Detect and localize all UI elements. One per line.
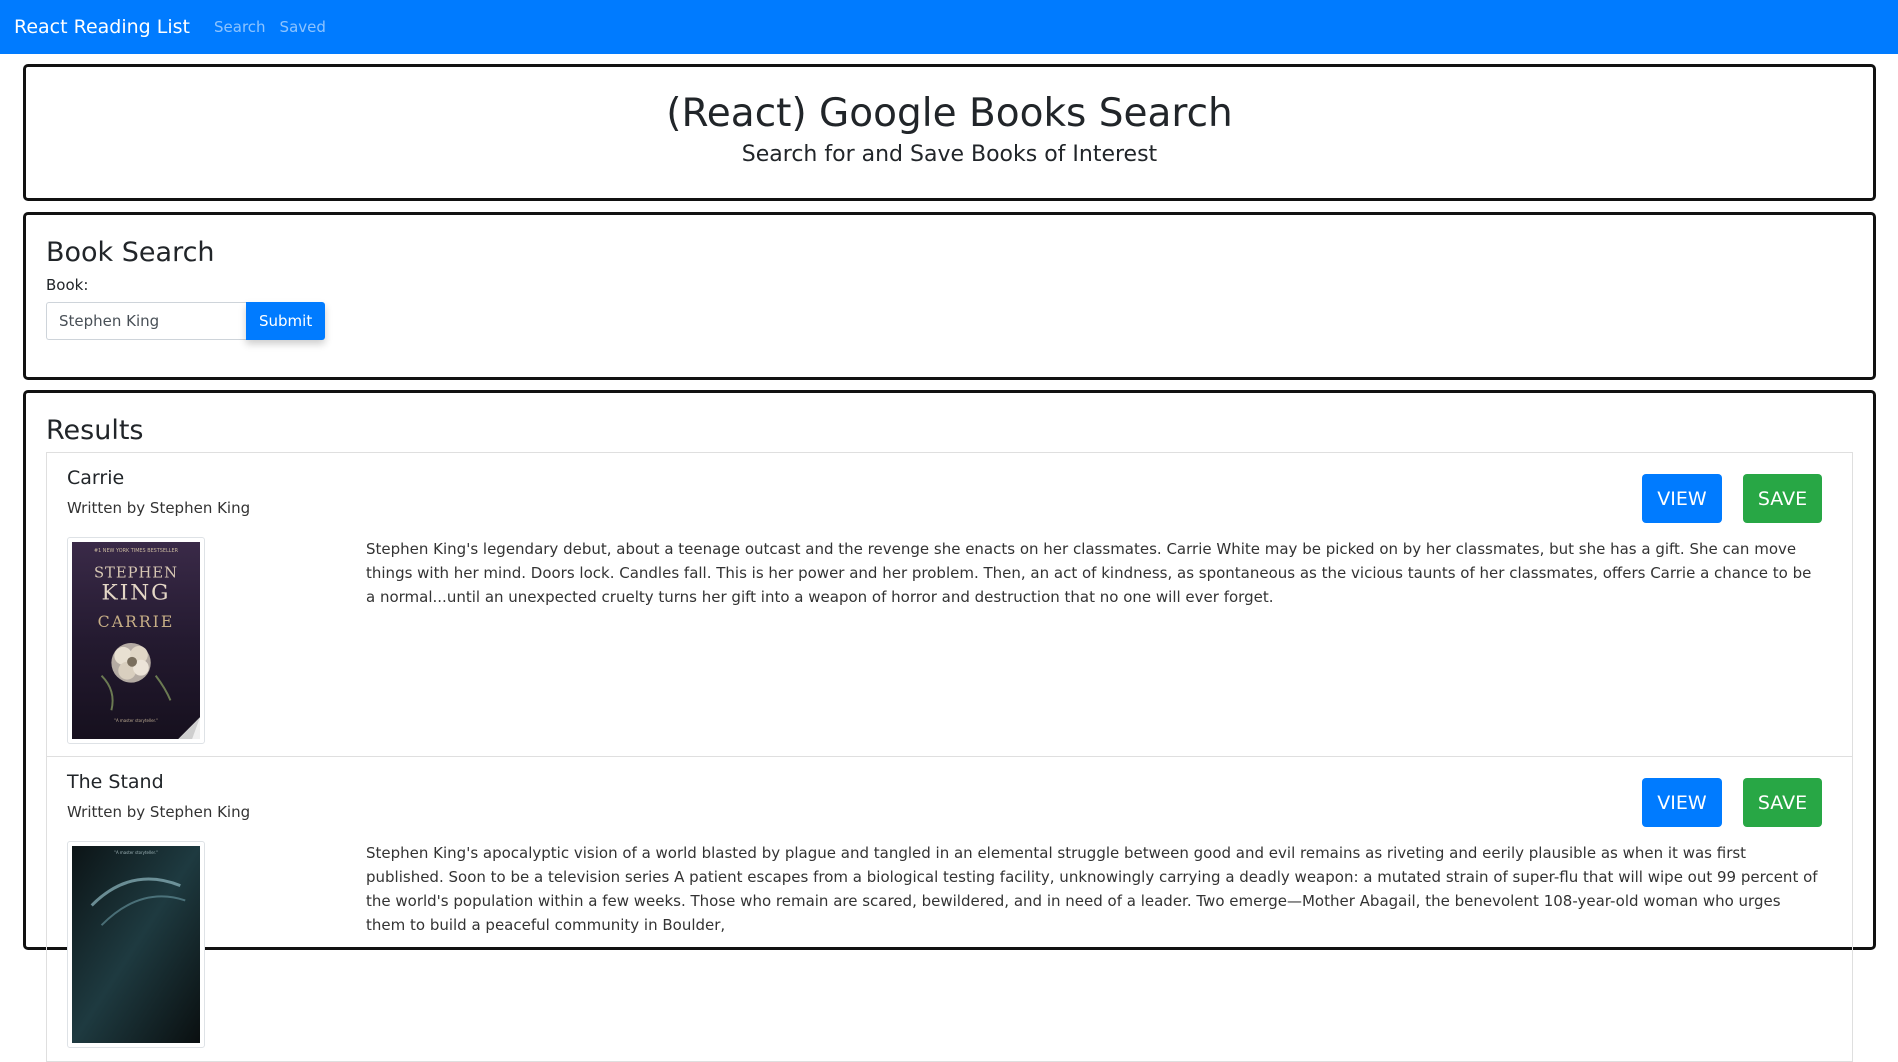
view-button[interactable]: VIEW — [1642, 474, 1722, 523]
result-actions: VIEW SAVE — [1642, 778, 1822, 827]
book-author: Written by Stephen King — [67, 803, 251, 821]
result-item-carrie: Carrie Written by Stephen King VIEW SAVE… — [46, 452, 1853, 757]
page-subtitle: Search for and Save Books of Interest — [741, 141, 1158, 167]
book-search-panel: Book Search Book: Submit — [23, 212, 1876, 380]
results-panel: Results Carrie Written by Stephen King V… — [23, 390, 1876, 1062]
view-button[interactable]: VIEW — [1642, 778, 1722, 827]
book-title: The Stand — [67, 771, 164, 793]
book-description: Stephen King's apocalyptic vision of a w… — [366, 844, 1818, 934]
jumbotron: (React) Google Books Search Search for a… — [23, 64, 1876, 201]
book-cover-image: "A master storyteller." — [67, 841, 205, 1048]
search-input-group: Submit — [46, 302, 1853, 340]
svg-text:"A master storyteller.": "A master storyteller." — [114, 718, 158, 723]
book-cover-image: #1 NEW YORK TIMES BESTSELLER STEPHEN KIN… — [67, 537, 205, 744]
cover-title: CARRIE — [98, 612, 175, 631]
book-author: Written by Stephen King — [67, 499, 251, 517]
svg-text:"A master storyteller.": "A master storyteller." — [114, 850, 158, 855]
search-heading: Book Search — [46, 237, 215, 268]
results-heading: Results — [46, 415, 144, 446]
result-item-the-stand: The Stand Written by Stephen King VIEW S… — [46, 757, 1853, 1062]
nav-link-saved[interactable]: Saved — [280, 18, 326, 36]
navbar-brand[interactable]: React Reading List — [14, 16, 190, 38]
cover-author-line2: KING — [102, 580, 171, 605]
book-input-label: Book: — [46, 276, 89, 294]
save-button[interactable]: SAVE — [1743, 778, 1822, 827]
book-search-input[interactable] — [46, 302, 246, 340]
page-title: (React) Google Books Search — [666, 91, 1233, 136]
cover-top-text: #1 NEW YORK TIMES BESTSELLER — [94, 548, 179, 554]
book-title: Carrie — [67, 467, 125, 489]
cover-author-line1: STEPHEN — [94, 565, 178, 582]
nav-link-search[interactable]: Search — [214, 18, 266, 36]
navbar: React Reading List Search Saved — [0, 0, 1898, 54]
result-actions: VIEW SAVE — [1642, 474, 1822, 523]
book-description: Stephen King's legendary debut, about a … — [366, 540, 1812, 606]
submit-button[interactable]: Submit — [246, 302, 326, 340]
save-button[interactable]: SAVE — [1743, 474, 1822, 523]
